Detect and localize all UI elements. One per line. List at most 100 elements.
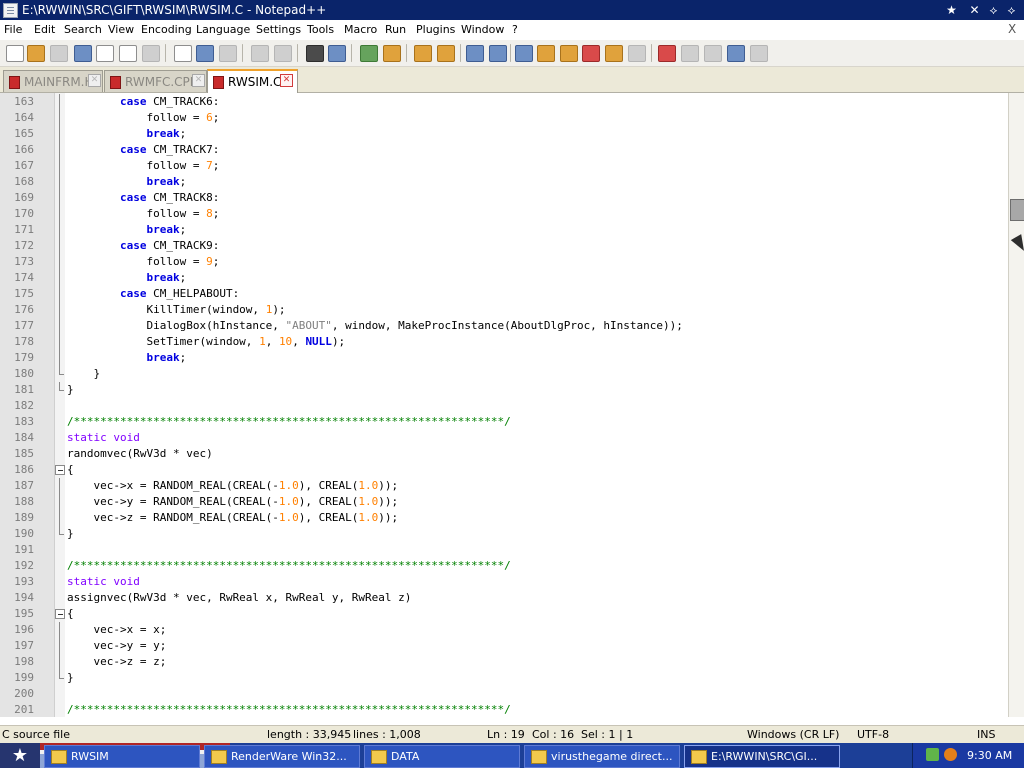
code-text: break; bbox=[146, 351, 187, 364]
tab-close-icon[interactable]: ✕ bbox=[88, 74, 101, 87]
fold-marker bbox=[55, 654, 65, 670]
code-line: 170 follow = 8; bbox=[0, 206, 1008, 222]
menu-tools[interactable]: Tools bbox=[307, 23, 334, 36]
taskbar-item-virusthegame[interactable]: virusthegame direct... bbox=[524, 745, 680, 768]
sync-vertical-icon[interactable] bbox=[414, 45, 432, 62]
close-x-icon[interactable]: ✕ bbox=[967, 3, 982, 17]
line-number: 198 bbox=[14, 655, 34, 668]
notepad-plus-plus-icon bbox=[691, 750, 707, 764]
fold-marker bbox=[55, 494, 65, 510]
status-selection: Sel : 1 | 1 bbox=[581, 728, 634, 741]
taskbar-item-rwsim[interactable]: RWSIM bbox=[44, 745, 200, 768]
tab-close-icon[interactable]: ✕ bbox=[192, 74, 205, 87]
menu-macro[interactable]: Macro bbox=[344, 23, 377, 36]
scrollbar-thumb[interactable] bbox=[1010, 199, 1024, 221]
function-list-icon[interactable] bbox=[582, 45, 600, 62]
print-icon[interactable] bbox=[142, 45, 160, 62]
stop-macro-icon[interactable] bbox=[681, 45, 699, 62]
close-document-button[interactable]: X bbox=[1008, 22, 1016, 36]
doc-map-icon[interactable] bbox=[560, 45, 578, 62]
line-number: 179 bbox=[14, 351, 34, 364]
undo-icon[interactable] bbox=[251, 45, 269, 62]
vertical-scrollbar[interactable] bbox=[1008, 93, 1024, 717]
clock[interactable]: 9:30 AM bbox=[967, 749, 1012, 762]
word-wrap-icon[interactable] bbox=[466, 45, 484, 62]
indent-guide-icon[interactable] bbox=[515, 45, 533, 62]
folder-icon[interactable] bbox=[605, 45, 623, 62]
tab-rwmfc-cpp[interactable]: RWMFC.CPP ✕ bbox=[104, 70, 207, 92]
close-icon[interactable] bbox=[96, 45, 114, 62]
taskbar-item-renderware[interactable]: RenderWare Win32... bbox=[204, 745, 360, 768]
tray-app-icon[interactable] bbox=[926, 748, 939, 761]
menu-plugins[interactable]: Plugins bbox=[416, 23, 455, 36]
open-file-icon[interactable] bbox=[27, 45, 45, 62]
line-number: 167 bbox=[14, 159, 34, 172]
line-number: 173 bbox=[14, 255, 34, 268]
copy-icon[interactable] bbox=[196, 45, 214, 62]
redo-icon[interactable] bbox=[274, 45, 292, 62]
minimize-button[interactable]: ⟡ bbox=[986, 3, 1001, 17]
code-line: 190 } bbox=[0, 526, 1008, 542]
menu-encoding[interactable]: Encoding bbox=[141, 23, 192, 36]
pin-icon[interactable]: ★ bbox=[944, 3, 959, 17]
new-file-icon[interactable] bbox=[6, 45, 24, 62]
menu-window[interactable]: Window bbox=[461, 23, 504, 36]
tab-mainfrm-h[interactable]: MAINFRM.H ✕ bbox=[3, 70, 103, 92]
save-all-icon[interactable] bbox=[74, 45, 92, 62]
tab-rwsim-c[interactable]: RWSIM.C ✕ bbox=[207, 69, 298, 93]
start-button[interactable]: ★ bbox=[0, 743, 40, 768]
system-tray: 9:30 AM bbox=[912, 743, 1024, 768]
zoom-out-icon[interactable] bbox=[383, 45, 401, 62]
file-icon bbox=[110, 76, 121, 89]
cut-icon[interactable] bbox=[174, 45, 192, 62]
zoom-in-icon[interactable] bbox=[360, 45, 378, 62]
code-line: 197 vec->y = y; bbox=[0, 638, 1008, 654]
menu-edit[interactable]: Edit bbox=[34, 23, 55, 36]
sync-horizontal-icon[interactable] bbox=[437, 45, 455, 62]
close-all-icon[interactable] bbox=[119, 45, 137, 62]
fold-marker bbox=[55, 638, 65, 654]
code-text: follow = 9; bbox=[67, 255, 220, 268]
taskbar-item-notepadpp[interactable]: E:\RWWIN\SRC\GI... bbox=[684, 745, 840, 768]
menu-help[interactable]: ? bbox=[512, 23, 518, 36]
menu-view[interactable]: View bbox=[108, 23, 134, 36]
menu-file[interactable]: File bbox=[4, 23, 22, 36]
save-icon[interactable] bbox=[50, 45, 68, 62]
replace-icon[interactable] bbox=[328, 45, 346, 62]
code-text: SetTimer(window, 1, 10, NULL); bbox=[67, 335, 346, 348]
code-line: 198 vec->z = z; bbox=[0, 654, 1008, 670]
code-line: 176 KillTimer(window, 1); bbox=[0, 302, 1008, 318]
code-line: 171 break; bbox=[0, 222, 1008, 238]
menu-run[interactable]: Run bbox=[385, 23, 406, 36]
code-editor[interactable]: 163 case CM_TRACK6: 164 follow = 6; 165 … bbox=[0, 93, 1008, 717]
status-line-number: Ln : 19 bbox=[487, 728, 525, 741]
code-line: 173 follow = 9; bbox=[0, 254, 1008, 270]
code-line: 201 /***********************************… bbox=[0, 702, 1008, 717]
show-all-chars-icon[interactable] bbox=[489, 45, 507, 62]
maximize-button[interactable]: ⟡ bbox=[1004, 3, 1019, 17]
find-icon[interactable] bbox=[306, 45, 324, 62]
toolbar-separator bbox=[651, 44, 652, 62]
menu-search[interactable]: Search bbox=[64, 23, 102, 36]
play-macro-icon[interactable] bbox=[704, 45, 722, 62]
fold-marker bbox=[55, 382, 65, 398]
fold-marker bbox=[55, 254, 65, 270]
user-lang-icon[interactable] bbox=[537, 45, 555, 62]
save-macro-icon[interactable] bbox=[750, 45, 768, 62]
taskbar-item-data[interactable]: DATA bbox=[364, 745, 520, 768]
paste-icon[interactable] bbox=[219, 45, 237, 62]
fold-toggle[interactable] bbox=[55, 462, 65, 478]
run-macro-multiple-icon[interactable] bbox=[727, 45, 745, 62]
tab-close-icon[interactable]: ✕ bbox=[280, 74, 293, 87]
line-number: 183 bbox=[14, 415, 34, 428]
tray-search-icon[interactable] bbox=[944, 748, 957, 761]
record-macro-icon[interactable] bbox=[658, 45, 676, 62]
code-text: follow = 7; bbox=[67, 159, 220, 172]
menu-language[interactable]: Language bbox=[196, 23, 250, 36]
fold-marker bbox=[55, 206, 65, 222]
fold-toggle[interactable] bbox=[55, 606, 65, 622]
code-line: 199 } bbox=[0, 670, 1008, 686]
menu-settings[interactable]: Settings bbox=[256, 23, 301, 36]
monitoring-icon[interactable] bbox=[628, 45, 646, 62]
code-text: vec->x = x; bbox=[67, 623, 167, 636]
